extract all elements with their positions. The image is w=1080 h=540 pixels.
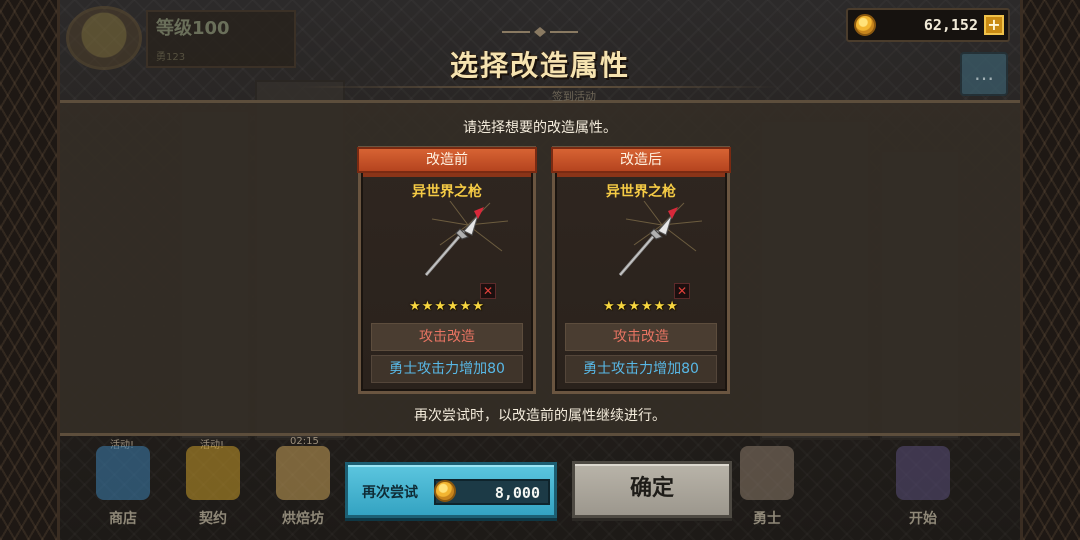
modification-effect: 勇士攻击力增加80	[565, 355, 717, 383]
menu-item-bakery[interactable]: 02:15 烘焙坊	[268, 436, 338, 540]
retry-cost-value: 8,000	[494, 484, 540, 502]
menu-label: 开始	[909, 511, 937, 527]
retry-button[interactable]: 再次尝试 8,000	[345, 462, 557, 518]
menu-item-contract[interactable]: 活动! 契约	[178, 440, 248, 540]
star-rating: ★★★★★★	[603, 299, 679, 314]
star-rating: ★★★★★★	[409, 299, 485, 314]
spear-icon	[618, 201, 703, 276]
plus-icon[interactable]: +	[984, 15, 1004, 35]
background-label: 签到活动	[552, 90, 596, 103]
title-ornament-icon	[502, 27, 578, 37]
dialog-title: 选择改造属性	[449, 49, 630, 82]
spear-icon	[424, 201, 509, 276]
menu-item-start[interactable]: 开始	[888, 440, 958, 540]
helmet-icon	[740, 446, 794, 500]
title-divider	[300, 86, 780, 88]
gold-coin-icon	[434, 480, 456, 502]
coin-balance: 62,152 +	[846, 8, 1010, 42]
start-icon	[896, 446, 950, 500]
retry-cost: 8,000	[434, 479, 550, 505]
menu-label: 烘焙坊	[282, 511, 324, 527]
item-name: 异世界之枪	[412, 184, 482, 200]
card-after-modification[interactable]: 改造后 异世界之枪 ✕ ★★★★★★ 攻击改造 勇士攻击力增加80	[551, 146, 731, 394]
modification-type: 攻击改造	[371, 323, 523, 351]
item-name: 异世界之枪	[606, 184, 676, 200]
menu-label: 契约	[199, 511, 227, 527]
card-header: 改造前	[357, 147, 537, 177]
menu-item-warriors[interactable]: 勇士	[732, 440, 802, 540]
retry-label: 再次尝试	[362, 485, 418, 501]
modification-type: 攻击改造	[565, 323, 717, 351]
coin-amount: 62,152	[923, 16, 978, 34]
crossed-swords-icon: ✕	[480, 283, 496, 299]
modification-effect: 勇士攻击力增加80	[371, 355, 523, 383]
menu-item-shop[interactable]: 活动! 商店	[88, 440, 158, 540]
bakery-icon	[276, 446, 330, 500]
dialog-panel	[60, 100, 1020, 436]
card-before-modification[interactable]: 改造前 异世界之枪 ✕ ★★★★★★ 攻击改造 勇士攻击力增加80	[357, 146, 537, 394]
menu-label: 勇士	[753, 511, 781, 527]
retry-note: 再次尝试时，以改造前的属性继续进行。	[414, 408, 666, 424]
player-level: 等级100	[156, 18, 230, 39]
diamond-icon	[96, 446, 150, 500]
menu-label: 商店	[109, 511, 137, 527]
instruction-text: 请选择想要的改造属性。	[463, 120, 617, 136]
crossed-swords-icon: ✕	[674, 283, 690, 299]
gold-coin-icon	[854, 14, 876, 36]
contract-icon	[186, 446, 240, 500]
card-header: 改造后	[551, 147, 731, 177]
confirm-button[interactable]: 确定	[572, 461, 732, 518]
